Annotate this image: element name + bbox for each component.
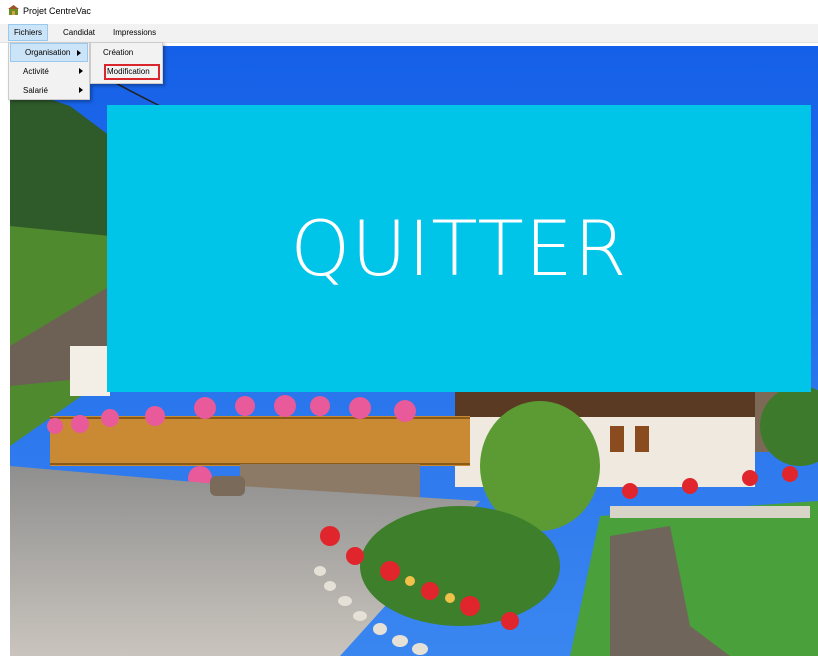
menu-organisation[interactable]: Organisation bbox=[10, 43, 88, 62]
app-icon bbox=[8, 5, 19, 15]
menu-creation[interactable]: Création bbox=[91, 43, 162, 62]
menu-candidat[interactable]: Candidat bbox=[58, 25, 100, 40]
menu-fichiers[interactable]: Fichiers bbox=[8, 24, 49, 41]
menu-activite-label: Activité bbox=[23, 67, 49, 76]
menu-organisation-label: Organisation bbox=[25, 48, 71, 57]
submenu-arrow-icon bbox=[79, 68, 83, 74]
quit-tile[interactable]: QUITTER bbox=[107, 105, 811, 392]
menu-impressions[interactable]: Impressions bbox=[108, 25, 161, 40]
quit-label: QUITTER bbox=[290, 204, 628, 293]
title-bar: Projet CentreVac bbox=[0, 0, 818, 22]
window-title: Projet CentreVac bbox=[23, 6, 91, 16]
fichiers-dropdown: Organisation Activité Salarié bbox=[8, 42, 90, 100]
menu-salarie-label: Salarié bbox=[23, 86, 48, 95]
menu-salarie[interactable]: Salarié bbox=[9, 81, 89, 100]
submenu-arrow-icon bbox=[77, 50, 81, 56]
modification-highlight-box bbox=[104, 64, 160, 80]
submenu-arrow-icon bbox=[79, 87, 83, 93]
menu-activite[interactable]: Activité bbox=[9, 62, 89, 81]
menu-bar: Fichiers Candidat Impressions bbox=[0, 24, 818, 43]
